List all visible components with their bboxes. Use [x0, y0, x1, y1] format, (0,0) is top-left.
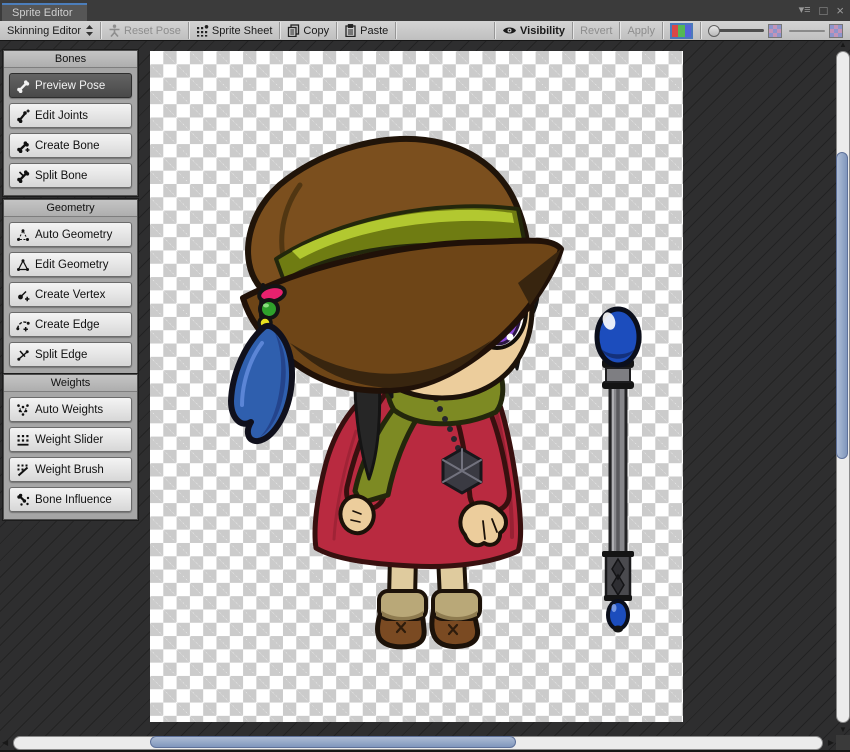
toolbar: Skinning Editor Reset Pose Sprite Sheet … — [0, 21, 850, 41]
mesh-opacity-slider[interactable] — [789, 21, 850, 40]
slider-knob[interactable] — [708, 24, 720, 37]
visibility-button[interactable]: Visibility — [495, 21, 572, 40]
weights-panel-header: Weights — [4, 375, 137, 392]
edge-split-icon — [17, 349, 29, 361]
revert-label: Revert — [580, 24, 613, 37]
sprite-sheet-button[interactable]: Sprite Sheet — [189, 21, 280, 40]
bone-add-icon — [17, 140, 30, 153]
apply-label: Apply — [627, 24, 655, 37]
close-icon[interactable]: × — [836, 2, 844, 19]
title-bar: Sprite Editor ▾≡ □ × — [0, 0, 850, 22]
split-edge-button[interactable]: Split Edge — [9, 342, 132, 367]
dropdown-arrows-icon — [86, 25, 93, 36]
mesh-auto-icon — [17, 228, 29, 241]
scroll-left-icon[interactable]: ◀ — [2, 738, 8, 748]
preview-pose-button[interactable]: Preview Pose — [9, 73, 132, 98]
horizontal-scroll-thumb[interactable] — [150, 736, 516, 748]
bone-opacity-slider[interactable] — [701, 21, 789, 40]
feather — [228, 322, 295, 445]
copy-label: Copy — [303, 24, 330, 37]
create-vertex-button[interactable]: Create Vertex — [9, 282, 132, 307]
pose-figure-icon — [109, 24, 120, 37]
split-bone-button[interactable]: Split Bone — [9, 163, 132, 188]
button-label: Create Edge — [35, 318, 100, 331]
weight-slider-icon — [17, 434, 29, 446]
reset-pose-label: Reset Pose — [124, 24, 181, 37]
bone-split-icon — [17, 169, 30, 183]
vertical-scrollbar[interactable]: ▲ ▼ — [835, 40, 850, 735]
edit-geometry-button[interactable]: Edit Geometry — [9, 252, 132, 277]
mesh-edit-icon — [17, 258, 29, 271]
paste-button[interactable]: Paste — [337, 21, 395, 40]
edit-joints-button[interactable]: Edit Joints — [9, 103, 132, 128]
reset-pose-button[interactable]: Reset Pose — [101, 21, 188, 40]
bone-influence-icon — [17, 493, 30, 506]
vertex-add-icon — [18, 290, 30, 301]
weights-panel: Weights Auto Weights Weight Slider Weigh… — [3, 374, 138, 520]
overlay-color-button[interactable] — [663, 21, 700, 40]
paste-icon — [345, 24, 356, 37]
texture-chip-icon — [768, 23, 782, 38]
copy-icon — [288, 24, 300, 37]
horizontal-scrollbar[interactable]: ◀ ▶ — [0, 735, 836, 750]
slider-track[interactable] — [718, 29, 764, 32]
auto-geometry-button[interactable]: Auto Geometry — [9, 222, 132, 247]
create-bone-button[interactable]: Create Bone — [9, 133, 132, 158]
scroll-down-icon[interactable]: ▼ — [839, 725, 847, 735]
window-menu-icon[interactable]: ▾≡ — [799, 2, 811, 19]
button-label: Edit Joints — [35, 109, 89, 122]
cube-pendant — [441, 447, 483, 495]
button-label: Preview Pose — [35, 79, 106, 92]
create-edge-button[interactable]: Create Edge — [9, 312, 132, 337]
auto-weights-button[interactable]: Auto Weights — [9, 397, 132, 422]
scroll-right-icon[interactable]: ▶ — [828, 738, 834, 748]
tab-label: Sprite Editor — [12, 7, 73, 19]
staff-sprite — [594, 306, 642, 633]
button-label: Weight Slider — [35, 433, 104, 446]
paste-label: Paste — [360, 24, 389, 37]
bones-panel-header: Bones — [4, 51, 137, 68]
button-label: Auto Geometry — [35, 228, 113, 241]
button-label: Create Vertex — [35, 288, 106, 301]
button-label: Split Edge — [35, 348, 88, 361]
maximize-icon[interactable]: □ — [820, 2, 828, 19]
sprite-canvas-svg — [228, 135, 642, 650]
scroll-up-icon[interactable]: ▲ — [839, 40, 847, 50]
geometry-panel: Geometry Auto Geometry Edit Geometry Cre… — [3, 199, 138, 375]
mode-dropdown-label: Skinning Editor — [7, 24, 81, 37]
button-label: Weight Brush — [35, 463, 104, 476]
slider-track[interactable] — [789, 29, 825, 32]
bone-icon — [17, 79, 30, 93]
sprite-sheet-label: Sprite Sheet — [211, 24, 273, 37]
tab-sprite-editor[interactable]: Sprite Editor — [2, 3, 87, 22]
visibility-label: Visibility — [520, 24, 566, 37]
bone-influence-button[interactable]: Bone Influence — [9, 487, 132, 512]
button-label: Edit Geometry — [35, 258, 109, 271]
weight-brush-icon — [17, 464, 29, 476]
bones-panel: Bones Preview Pose Edit Joints Create Bo… — [3, 50, 138, 196]
button-label: Auto Weights — [35, 403, 104, 416]
color-swatch-icon — [670, 22, 693, 39]
revert-button[interactable]: Revert — [573, 21, 619, 40]
edge-add-icon — [16, 320, 30, 331]
button-label: Create Bone — [35, 139, 100, 152]
texture-chip-icon — [829, 23, 843, 38]
button-label: Split Bone — [35, 169, 88, 182]
sprite-editor-window: Sprite Editor ▾≡ □ × Skinning Editor Res… — [0, 0, 850, 752]
sprite-canvas[interactable] — [150, 51, 683, 722]
mode-dropdown[interactable]: Skinning Editor — [0, 21, 100, 40]
weights-auto-icon — [17, 403, 29, 416]
vertical-scroll-thumb[interactable] — [836, 152, 848, 459]
weight-brush-button[interactable]: Weight Brush — [9, 457, 132, 482]
apply-button[interactable]: Apply — [620, 21, 662, 40]
eye-icon — [503, 27, 517, 34]
weight-slider-button[interactable]: Weight Slider — [9, 427, 132, 452]
geometry-panel-header: Geometry — [4, 200, 137, 217]
sprite-sheet-icon — [196, 25, 209, 37]
witch-sprite — [228, 135, 564, 650]
bone-joint-icon — [17, 109, 30, 123]
copy-button[interactable]: Copy — [280, 21, 336, 40]
button-label: Bone Influence — [35, 493, 112, 506]
